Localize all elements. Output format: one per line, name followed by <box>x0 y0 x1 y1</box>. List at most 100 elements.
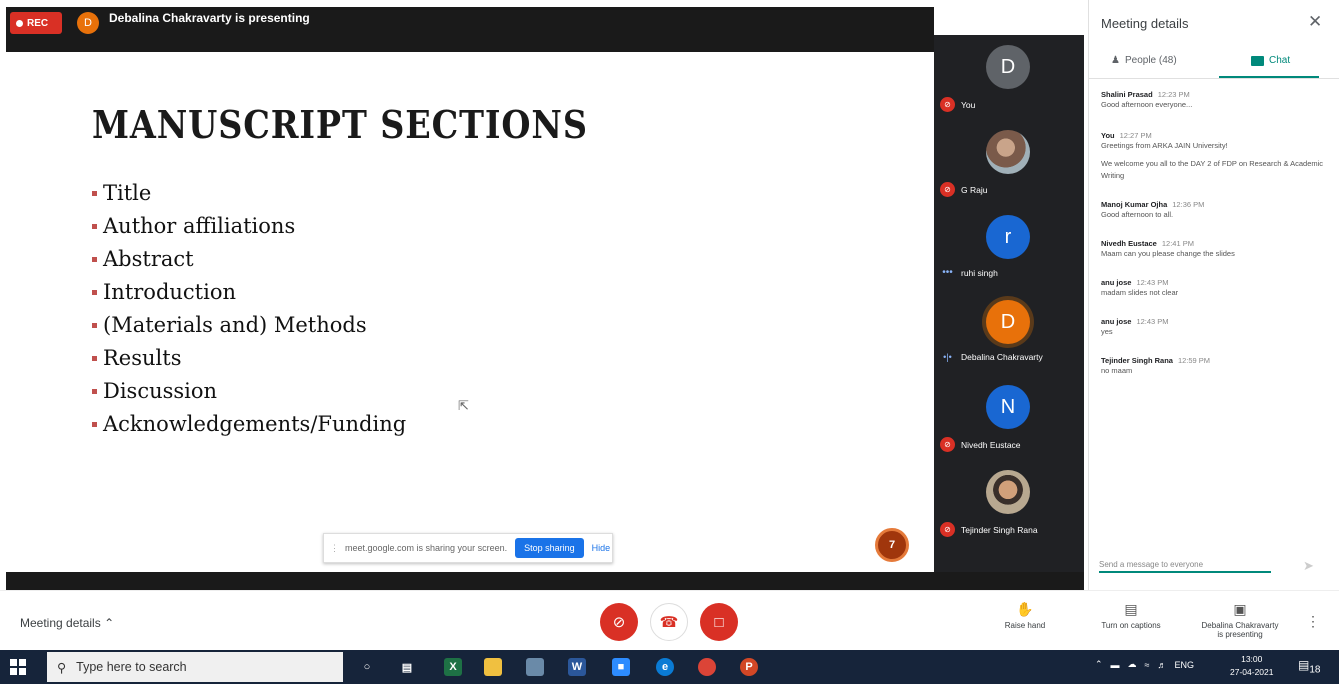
message-sender: Tejinder Singh Rana <box>1101 356 1173 365</box>
phone-hangup-icon: ☎ <box>659 614 679 631</box>
edge-icon[interactable]: e <box>656 658 674 676</box>
raise-hand-button[interactable]: ✋ Raise hand <box>1000 601 1050 630</box>
search-icon: ⚲ <box>57 660 67 675</box>
captions-button[interactable]: ▤ Turn on captions <box>1092 601 1170 630</box>
message-sender: Nivedh Eustace <box>1101 239 1157 248</box>
bullet-text: Acknowledgements/Funding <box>103 412 407 436</box>
more-dots-icon: ••• <box>942 267 953 278</box>
app-icon[interactable] <box>526 658 544 676</box>
bullet-item: Discussion <box>92 375 406 408</box>
mouse-cursor-icon: ⇱ <box>458 398 469 413</box>
mic-off-button[interactable]: ⊘ <box>600 603 638 641</box>
close-icon[interactable]: ✕ <box>1308 12 1322 32</box>
mic-off-icon: ⊘ <box>940 97 955 112</box>
chrome-icon[interactable] <box>698 658 716 676</box>
mic-off-icon: ⊘ <box>940 182 955 197</box>
taskbar-clock[interactable]: 13:00 27-04-2021 <box>1230 653 1273 679</box>
drag-handle-icon[interactable]: ⋮ <box>330 543 339 554</box>
camera-off-button[interactable]: □ <box>700 603 738 641</box>
participant-label: ••• ruhi singh <box>940 267 998 278</box>
bullet-text: Results <box>103 346 182 370</box>
message-header: anu jose 12:43 PM <box>1101 317 1331 326</box>
screen-share-banner: ⋮ meet.google.com is sharing your screen… <box>323 533 613 563</box>
send-icon[interactable]: ➤ <box>1303 558 1314 574</box>
captions-label: Turn on captions <box>1101 621 1161 630</box>
word-icon[interactable]: W <box>568 658 586 676</box>
participant-tile[interactable]: ⊘ G Raju <box>934 120 1084 205</box>
notifications-icon[interactable]: ▤18 <box>1298 658 1320 675</box>
file-explorer-icon[interactable] <box>484 658 502 676</box>
message-header: You 12:27 PM <box>1101 131 1331 140</box>
cortana-icon[interactable]: ○ <box>358 658 376 676</box>
network-icon[interactable]: ▬ <box>1111 660 1120 670</box>
participant-tile[interactable]: ⊘ Tejinder Singh Rana <box>934 460 1084 545</box>
participant-label: ⊘ You <box>940 97 975 112</box>
presenting-button[interactable]: ▣ Debalina Chakravarty is presenting <box>1192 601 1288 639</box>
presentation-header: REC D Debalina Chakravarty is presenting <box>6 7 934 52</box>
hang-up-button[interactable]: ☎ <box>650 603 688 641</box>
message-text: We welcome you all to the DAY 2 of FDP o… <box>1101 159 1324 180</box>
excel-icon[interactable]: X <box>444 658 462 676</box>
participant-tile[interactable]: N ⊘ Nivedh Eustace <box>934 375 1084 460</box>
message-text: Maam can you please change the slides <box>1101 249 1235 258</box>
bullet-item: Title <box>92 177 406 210</box>
slide-page-number: 7 <box>875 528 909 562</box>
message-sender: anu jose <box>1101 317 1132 326</box>
more-options-icon[interactable]: ⋮ <box>1306 613 1320 630</box>
chat-messages: Shalini Prasad 12:23 PM Good afternoon eve… <box>1101 90 1331 391</box>
taskbar-search[interactable]: ⚲ Type here to search <box>47 652 343 682</box>
bullet-icon <box>92 356 97 361</box>
tab-chat[interactable]: Chat <box>1251 55 1290 66</box>
recording-badge: REC <box>10 12 62 34</box>
chat-message: Tejinder Singh Rana 12:59 PM no maam <box>1101 356 1331 377</box>
participant-avatar: N <box>986 385 1030 429</box>
participant-avatar: r <box>986 215 1030 259</box>
speaking-indicator-icon: •|• <box>943 352 952 362</box>
participant-photo <box>986 470 1030 514</box>
zoom-icon[interactable]: ■ <box>612 658 630 676</box>
message-text: madam slides not clear <box>1101 288 1179 297</box>
meeting-details-button[interactable]: Meeting details ⌃ <box>20 616 114 630</box>
task-view-icon[interactable]: ▤ <box>398 658 416 676</box>
windows-start-icon[interactable] <box>10 659 26 675</box>
volume-icon[interactable]: ♬ <box>1158 660 1167 670</box>
participant-tile[interactable]: r ••• ruhi singh <box>934 205 1084 290</box>
bullet-item: Introduction <box>92 276 406 309</box>
hide-banner-link[interactable]: Hide <box>592 543 611 553</box>
message-text: Good afternoon to all. <box>1101 210 1174 219</box>
cloud-icon[interactable]: ☁ <box>1128 659 1137 670</box>
participant-name: Tejinder Singh Rana <box>961 524 1038 535</box>
language-indicator[interactable]: ENG <box>1175 660 1195 670</box>
bullet-icon <box>92 323 97 328</box>
chevron-up-icon[interactable]: ⌃ <box>1095 659 1103 670</box>
message-text: Good afternoon everyone... <box>1101 100 1193 109</box>
people-tab-label: People (48) <box>1124 55 1177 66</box>
clock-time: 13:00 <box>1241 654 1263 664</box>
message-time: 12:43 PM <box>1136 278 1169 287</box>
hand-icon: ✋ <box>1016 601 1034 617</box>
powerpoint-icon[interactable]: P <box>740 658 758 676</box>
participant-tile[interactable]: D •|• Debalina Chakravarty <box>934 290 1084 375</box>
rec-label: REC <box>27 17 49 29</box>
bullet-text: Abstract <box>103 247 194 271</box>
bullet-item: Author affiliations <box>92 210 406 243</box>
stop-sharing-button[interactable]: Stop sharing <box>515 538 584 558</box>
message-time: 12:43 PM <box>1136 317 1169 326</box>
participant-name: G Raju <box>961 184 988 195</box>
chat-input[interactable]: Send a message to everyone <box>1099 560 1271 573</box>
chat-message: Nivedh Eustace 12:41 PM Maam can you pleas… <box>1101 239 1331 260</box>
tab-people[interactable]: ♟ People (48) <box>1111 55 1177 66</box>
chat-tab-label: Chat <box>1269 55 1291 66</box>
wifi-icon[interactable]: ≈ <box>1145 660 1150 670</box>
participant-tile[interactable]: D ⊘ You <box>934 35 1084 120</box>
chat-icon <box>1251 55 1264 66</box>
presenter-avatar: D <box>77 12 99 34</box>
captions-icon: ▤ <box>1124 601 1138 617</box>
system-tray: ⌃ ▬ ☁ ≈ ♬ ENG <box>1095 659 1194 670</box>
message-sender: Shalini Prasad <box>1101 90 1153 99</box>
bullet-text: (Materials and) Methods <box>103 313 367 337</box>
message-text: no maam <box>1101 366 1133 375</box>
meeting-details-panel: Meeting details ✕ ♟ People (48) Chat Shal… <box>1088 0 1339 650</box>
bullet-item: Abstract <box>92 243 406 276</box>
chat-message: You 12:27 PM Greetings from ARKA JAIN Univ… <box>1101 131 1331 182</box>
